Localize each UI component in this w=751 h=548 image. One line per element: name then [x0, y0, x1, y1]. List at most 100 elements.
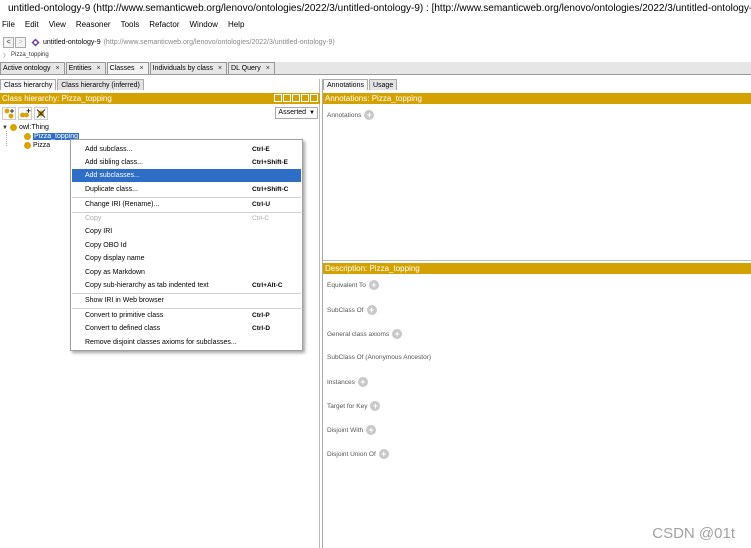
menu-item-label: Copy display name: [85, 255, 145, 262]
menu-refactor[interactable]: Refactor: [149, 20, 179, 29]
menu-item-copy-sub-hierarchy[interactable]: Copy sub-hierarchy as tab indented text …: [72, 279, 301, 292]
menu-item-copy-iri[interactable]: Copy IRI: [72, 225, 301, 238]
tab-dl-query[interactable]: DL Query ×: [228, 62, 275, 74]
menu-item-remove-disjoint-axioms[interactable]: Remove disjoint classes axioms for subcl…: [72, 336, 301, 349]
menu-view[interactable]: View: [49, 20, 66, 29]
menu-help[interactable]: Help: [228, 20, 244, 29]
menu-item-shortcut: Ctrl-U: [252, 201, 271, 208]
tab-classes[interactable]: Classes ×: [106, 62, 149, 74]
close-icon[interactable]: ×: [55, 65, 59, 72]
menu-item-convert-to-defined[interactable]: Convert to defined class Ctrl-D: [72, 322, 301, 335]
collapse-icon[interactable]: ▼: [2, 125, 8, 131]
menu-item-label: Copy IRI: [85, 228, 113, 235]
close-icon[interactable]: ×: [97, 65, 101, 72]
menu-item-label: Show IRI in Web browser: [85, 297, 164, 304]
section-label: Target for Key: [327, 402, 368, 410]
menu-window[interactable]: Window: [190, 20, 218, 29]
menu-item-show-iri-in-browser[interactable]: Show IRI in Web browser: [72, 294, 301, 307]
close-icon[interactable]: ×: [140, 65, 144, 72]
class-icon: [24, 142, 31, 149]
back-button[interactable]: <: [3, 36, 14, 48]
menu-item-shortcut: Ctrl-E: [252, 146, 270, 153]
section-label: Annotations: [327, 111, 362, 119]
menu-edit[interactable]: Edit: [25, 20, 39, 29]
tree-connector: [6, 131, 7, 146]
menu-item-duplicate-class[interactable]: Duplicate class... Ctrl+Shift-C: [72, 183, 301, 196]
tree-node-pizza[interactable]: Pizza: [24, 141, 50, 150]
breadcrumb-item[interactable]: Pizza_topping: [11, 52, 49, 58]
class-hierarchy-header: Class hierarchy: Pizza_topping: [0, 93, 320, 104]
menu-reasoner[interactable]: Reasoner: [76, 20, 111, 29]
section-label: General class axioms: [327, 330, 390, 338]
subtab-usage[interactable]: Usage: [368, 79, 398, 90]
add-subclass-button[interactable]: [2, 107, 16, 120]
class-context-menu: Add subclass... Ctrl-E Add sibling class…: [70, 139, 303, 351]
add-equivalent-to-icon[interactable]: +: [368, 280, 379, 290]
tab-active-ontology[interactable]: Active ontology ×: [0, 62, 65, 74]
menu-item-label: Add subclasses...: [85, 172, 140, 179]
menu-tools[interactable]: Tools: [121, 20, 140, 29]
subclass-of-anonymous-ancestor-row: SubClass Of (Anonymous Ancestor): [327, 354, 431, 361]
add-annotation-icon[interactable]: +: [364, 110, 375, 120]
workspace-tabs: Active ontology × Entities × Classes × I…: [0, 62, 751, 75]
float-icon[interactable]: [301, 94, 309, 102]
view-title: Class hierarchy: Pizza_topping: [2, 94, 112, 103]
menu-item-add-sibling-class[interactable]: Add sibling class... Ctrl+Shift-E: [72, 156, 301, 169]
view-controls: [273, 94, 318, 102]
add-sibling-class-button[interactable]: [18, 107, 32, 120]
add-instance-icon[interactable]: +: [357, 377, 368, 387]
pin-icon[interactable]: [274, 94, 282, 102]
asserted-select[interactable]: Asserted ▼: [275, 107, 318, 119]
menu-item-label: Copy: [85, 215, 102, 222]
chevron-down-icon: ▼: [309, 110, 315, 116]
menu-item-label: Copy sub-hierarchy as tab indented text: [85, 282, 209, 289]
view-title: Annotations: Pizza_topping: [325, 94, 422, 103]
close-icon[interactable]: ×: [266, 65, 270, 72]
add-disjoint-union-icon[interactable]: +: [378, 449, 389, 459]
tree-node-label: Pizza: [33, 142, 51, 149]
delete-class-icon: [36, 109, 46, 118]
tree-node-owl-thing[interactable]: ▼ owl:Thing: [2, 123, 49, 132]
menu-item-convert-to-primitive[interactable]: Convert to primitive class Ctrl-P: [72, 309, 301, 322]
section-label: Disjoint Union Of: [327, 450, 376, 458]
close-icon[interactable]: ×: [218, 65, 222, 72]
delete-class-button[interactable]: [34, 107, 48, 120]
window-title: untitled-ontology-9 (http://www.semantic…: [8, 2, 751, 14]
equivalent-to-row: Equivalent To +: [327, 280, 379, 290]
menu-item-copy-display-name[interactable]: Copy display name: [72, 252, 301, 265]
section-label: SubClass Of (Anonymous Ancestor): [327, 354, 432, 361]
menu-item-copy-as-markdown[interactable]: Copy as Markdown: [72, 266, 301, 279]
ontology-iri: (http://www.semanticweb.org/lenovo/ontol…: [103, 38, 335, 46]
menu-item-label: Duplicate class...: [85, 186, 138, 193]
general-class-axioms-row: General class axioms +: [327, 329, 403, 339]
add-subclass-of-icon[interactable]: +: [366, 305, 377, 315]
ontology-name[interactable]: untitled-ontology-9: [43, 39, 101, 46]
title-bar: untitled-ontology-9 (http://www.semantic…: [0, 0, 751, 16]
pane-divider[interactable]: [323, 260, 751, 261]
menu-item-add-subclass[interactable]: Add subclass... Ctrl-E: [72, 143, 301, 156]
instances-row: Instances +: [327, 377, 368, 387]
subtab-class-hierarchy-inferred[interactable]: Class hierarchy (inferred): [57, 79, 144, 90]
ontology-icon: [31, 37, 40, 47]
menu-item-change-iri[interactable]: Change IRI (Rename)... Ctrl-U: [72, 198, 301, 211]
sync-icon[interactable]: [283, 94, 291, 102]
close-view-icon[interactable]: [310, 94, 318, 102]
menu-item-copy-obo-id[interactable]: Copy OBO Id: [72, 239, 301, 252]
right-subtabs: Annotations Usage: [323, 79, 398, 90]
add-general-class-axiom-icon[interactable]: +: [392, 329, 403, 339]
menu-item-label: Copy as Markdown: [85, 269, 145, 276]
annotations-row: Annotations +: [327, 110, 375, 120]
menu-item-add-subclasses[interactable]: Add subclasses...: [72, 169, 301, 182]
forward-button[interactable]: >: [15, 36, 26, 48]
menu-file[interactable]: File: [2, 20, 15, 29]
add-target-for-key-icon[interactable]: +: [370, 401, 381, 411]
add-subclass-icon: [4, 108, 14, 119]
add-disjoint-with-icon[interactable]: +: [366, 425, 377, 435]
menu-item-copy[interactable]: Copy Ctrl-C: [72, 212, 301, 225]
maximize-icon[interactable]: [292, 94, 300, 102]
tab-entities[interactable]: Entities ×: [65, 62, 106, 74]
subclass-of-row: SubClass Of +: [327, 305, 377, 315]
tab-individuals-by-class[interactable]: Individuals by class ×: [149, 62, 228, 74]
subtab-annotations[interactable]: Annotations: [323, 79, 368, 90]
subtab-class-hierarchy[interactable]: Class hierarchy: [0, 79, 57, 90]
